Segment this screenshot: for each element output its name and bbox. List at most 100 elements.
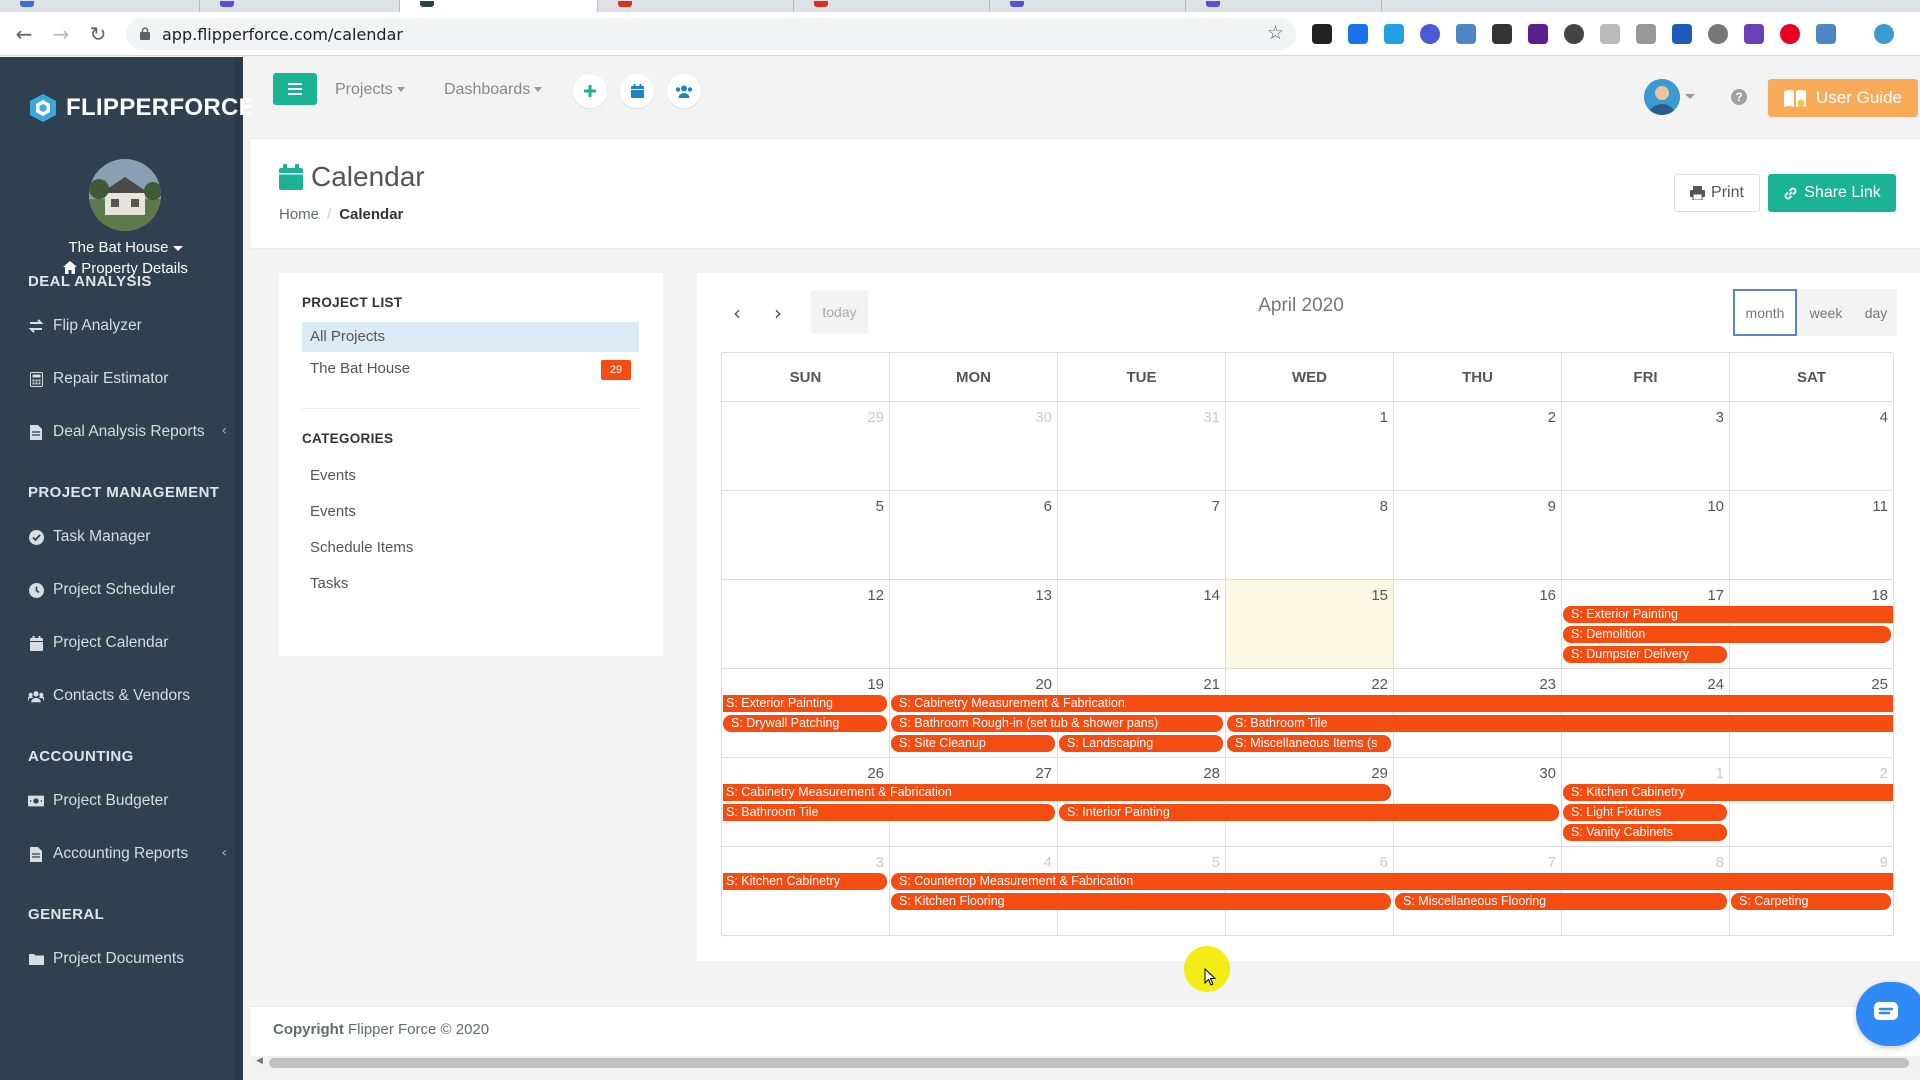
day-number[interactable]: 14 [1203, 587, 1220, 604]
day-cell[interactable]: 27 [890, 758, 1058, 847]
day-cell[interactable]: 29 [722, 402, 890, 491]
extension-icon[interactable] [1348, 24, 1368, 44]
day-cell[interactable]: 8 [1226, 491, 1394, 580]
day-number[interactable]: 6 [1380, 854, 1388, 871]
day-number[interactable]: 25 [1871, 676, 1888, 693]
day-number[interactable]: 21 [1203, 676, 1220, 693]
day-number[interactable]: 22 [1371, 676, 1388, 693]
day-number[interactable]: 7 [1548, 854, 1556, 871]
day-number[interactable]: 18 [1871, 587, 1888, 604]
calendar-button[interactable] [620, 74, 654, 108]
day-cell[interactable]: 16 [1394, 580, 1562, 669]
day-number[interactable]: 20 [1035, 676, 1052, 693]
calendar-event[interactable]: S: Cabinetry Measurement & Fabrication [891, 695, 1893, 712]
extension-icon[interactable] [1420, 24, 1440, 44]
pinterest-icon[interactable] [1780, 24, 1800, 44]
browser-tab[interactable] [1186, 0, 1382, 12]
category-item[interactable]: Events [310, 503, 356, 520]
day-cell[interactable]: 18 [1730, 580, 1894, 669]
day-cell[interactable]: 9 [1730, 847, 1894, 936]
extension-icon[interactable] [1456, 24, 1476, 44]
day-cell[interactable]: 9 [1394, 491, 1562, 580]
day-number[interactable]: 4 [1880, 409, 1888, 426]
day-cell[interactable]: 28 [1058, 758, 1226, 847]
day-number[interactable]: 1 [1716, 765, 1724, 782]
address-bar[interactable]: app.flipperforce.com/calendar ☆ [126, 18, 1296, 50]
day-cell[interactable]: 12 [722, 580, 890, 669]
breadcrumb-home[interactable]: Home [279, 206, 319, 223]
calendar-event[interactable]: S: Miscellaneous Flooring [1395, 893, 1727, 910]
day-number[interactable]: 15 [1371, 587, 1388, 604]
day-number[interactable]: 29 [1371, 765, 1388, 782]
day-cell[interactable]: 6 [890, 491, 1058, 580]
scrollbar-thumb[interactable] [269, 1058, 1909, 1068]
day-number[interactable]: 1 [1380, 409, 1388, 426]
reload-icon[interactable]: ↻ [86, 22, 110, 46]
category-item[interactable]: Tasks [310, 575, 348, 592]
layers-extension-icon[interactable] [1312, 24, 1332, 44]
calendar-event[interactable]: S: Bathroom Tile [723, 804, 1055, 821]
view-week-button[interactable]: week [1797, 289, 1855, 336]
day-cell[interactable]: 30 [1394, 758, 1562, 847]
day-number[interactable]: 12 [867, 587, 884, 604]
day-number[interactable]: 8 [1716, 854, 1724, 871]
calendar-event[interactable]: S: Vanity Cabinets [1563, 824, 1727, 841]
day-cell[interactable]: 8 [1562, 847, 1730, 936]
day-cell[interactable]: 13 [890, 580, 1058, 669]
user-avatar[interactable] [1644, 79, 1680, 115]
extension-icon[interactable] [1816, 24, 1836, 44]
day-number[interactable]: 30 [1539, 765, 1556, 782]
browser-tab[interactable] [598, 0, 794, 12]
nav-deal-analysis-reports[interactable]: Deal Analysis Reports ‹ [28, 421, 233, 443]
view-month-button[interactable]: month [1733, 289, 1797, 336]
dashboards-dropdown[interactable]: Dashboards [444, 81, 543, 99]
calendar-event[interactable]: S: Countertop Measurement & Fabrication [891, 873, 1893, 890]
extension-icon[interactable] [1708, 24, 1728, 44]
day-number[interactable]: 28 [1203, 765, 1220, 782]
calendar-event[interactable]: S: Kitchen Cabinetry [723, 873, 887, 890]
day-cell[interactable]: 7 [1394, 847, 1562, 936]
day-number[interactable]: 2 [1880, 765, 1888, 782]
extension-icon[interactable] [1672, 24, 1692, 44]
browser-tab-active[interactable] [400, 0, 598, 12]
nav-flip-analyzer[interactable]: Flip Analyzer [28, 315, 233, 337]
day-number[interactable]: 16 [1539, 587, 1556, 604]
project-item-all[interactable]: All Projects [302, 322, 639, 352]
nav-accounting-reports[interactable]: Accounting Reports ‹ [28, 843, 233, 865]
calendar-event[interactable]: S: Kitchen Cabinetry [1563, 784, 1893, 801]
chat-widget-button[interactable] [1856, 982, 1920, 1046]
view-day-button[interactable]: day [1855, 289, 1897, 336]
share-link-button[interactable]: Share Link [1768, 174, 1896, 212]
day-number[interactable]: 8 [1380, 498, 1388, 515]
category-item[interactable]: Schedule Items [310, 539, 413, 556]
extension-icon[interactable] [1564, 24, 1584, 44]
help-icon[interactable]: ? [1731, 89, 1747, 105]
day-number[interactable]: 30 [1035, 409, 1052, 426]
day-cell[interactable]: 3 [722, 847, 890, 936]
extension-icon[interactable] [1636, 24, 1656, 44]
day-number[interactable]: 6 [1044, 498, 1052, 515]
calendar-event[interactable]: S: Bathroom Rough-in (set tub & shower p… [891, 715, 1223, 732]
day-number[interactable]: 2 [1548, 409, 1556, 426]
nav-contacts-vendors[interactable]: Contacts & Vendors [28, 685, 233, 707]
day-cell[interactable]: 25 [1730, 669, 1894, 758]
day-number[interactable]: 3 [876, 854, 884, 871]
day-number[interactable]: 4 [1044, 854, 1052, 871]
day-number[interactable]: 7 [1212, 498, 1220, 515]
horizontal-scrollbar[interactable]: ◀ [251, 1056, 1920, 1070]
nav-project-budgeter[interactable]: Project Budgeter [28, 790, 233, 812]
scroll-left-icon[interactable]: ◀ [256, 1056, 263, 1066]
day-cell[interactable]: 29 [1226, 758, 1394, 847]
day-number[interactable]: 24 [1707, 676, 1724, 693]
browser-tab[interactable] [200, 0, 400, 12]
day-cell[interactable]: 3 [1562, 402, 1730, 491]
calendar-event[interactable]: S: Carpeting [1731, 893, 1891, 910]
day-cell[interactable]: 30 [890, 402, 1058, 491]
day-cell[interactable]: 31 [1058, 402, 1226, 491]
nav-project-documents[interactable]: Project Documents [28, 948, 233, 970]
day-cell[interactable]: 24 [1562, 669, 1730, 758]
extension-icon[interactable] [1492, 24, 1512, 44]
extension-icon[interactable] [1744, 24, 1764, 44]
property-avatar[interactable] [89, 159, 161, 231]
day-cell[interactable]: 2 [1394, 402, 1562, 491]
